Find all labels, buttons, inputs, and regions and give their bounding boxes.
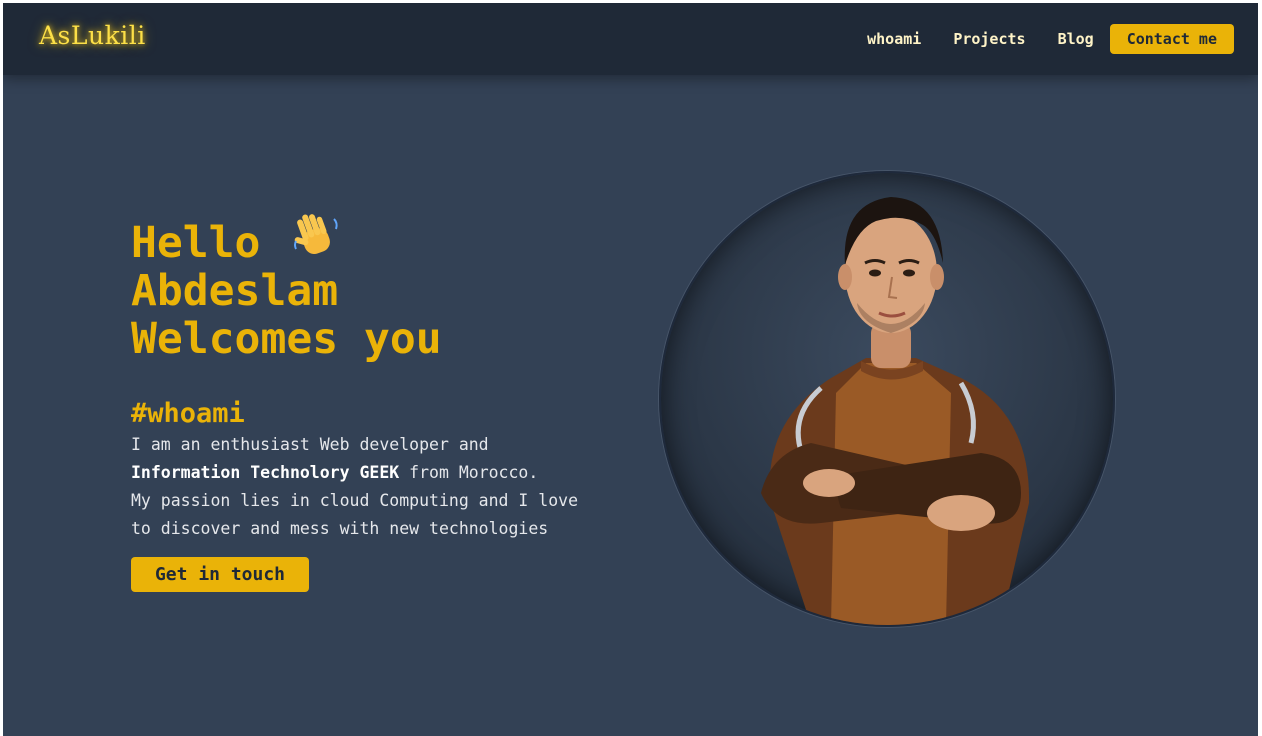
nav-link-blog[interactable]: Blog [1058,24,1094,54]
profile-photo [659,171,1115,627]
nav-link-projects[interactable]: Projects [953,24,1025,54]
nav-link-whoami[interactable]: whoami [867,24,921,54]
page: AsLukili whoami Projects Blog Contact me… [3,3,1258,736]
waving-hand-icon [294,214,338,255]
bio-line-4: to discover and mess with new technologi… [131,519,549,538]
hero-title-line-2: Abdeslam [131,266,339,316]
hero-title: Hello Abdeslam Welcomes you [131,209,651,363]
bio-line-1: I am an enthusiast Web developer and [131,435,489,454]
hero-section: Hello Abdeslam Welcomes you #whoami I am… [131,209,651,543]
bio-highlight: Information Technolory GEEK [131,463,400,482]
bio-line-2-rest: from Morocco. [399,463,539,482]
navbar: AsLukili whoami Projects Blog Contact me [3,3,1258,75]
hero-title-line-3: Welcomes you [131,314,442,364]
brand-logo[interactable]: AsLukili [39,21,146,50]
portrait-illustration [761,197,1030,625]
bio-text: I am an enthusiast Web developer and Inf… [131,431,651,543]
bio-line-3: My passion lies in cloud Computing and I… [131,491,579,510]
nav-links: whoami Projects Blog Contact me [867,24,1234,54]
contact-button[interactable]: Contact me [1109,24,1234,54]
hero-title-hello: Hello [131,218,261,268]
bio-line-2: Information Technolory GEEK from Morocco… [131,459,651,487]
get-in-touch-button[interactable]: Get in touch [131,557,309,592]
hero-title-line-1: Hello [131,209,651,267]
whoami-heading: #whoami [131,398,245,429]
